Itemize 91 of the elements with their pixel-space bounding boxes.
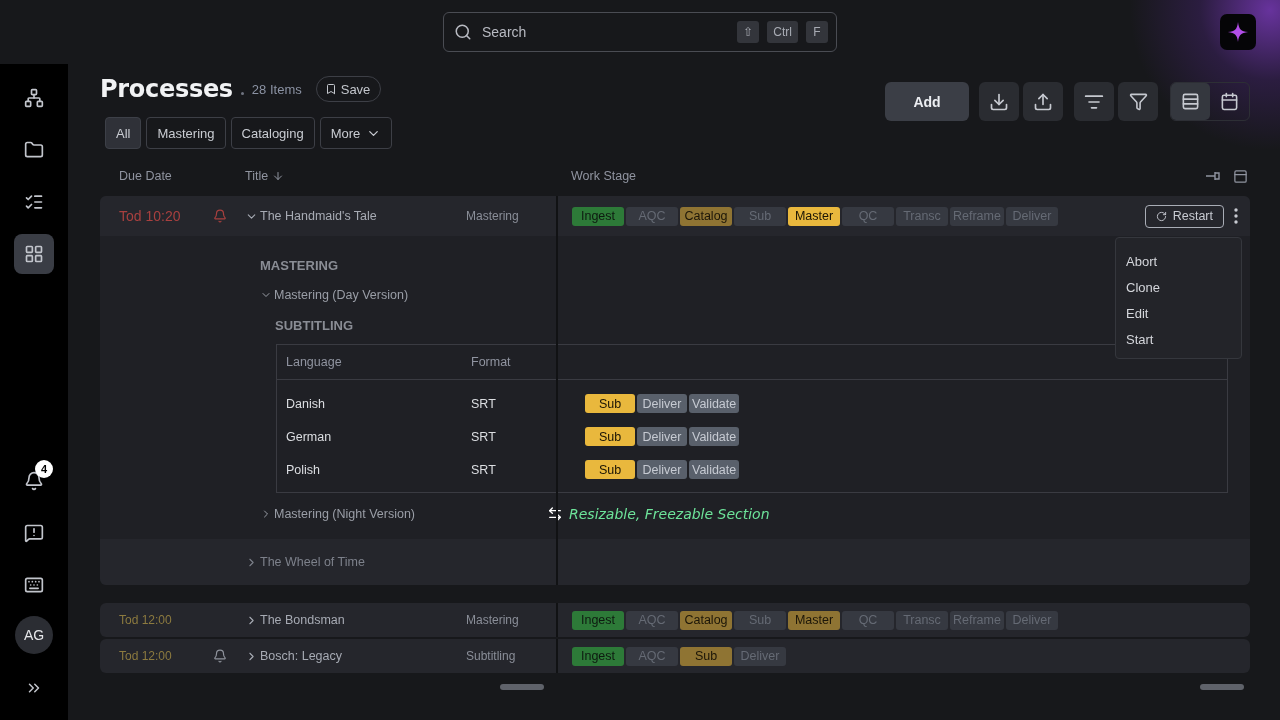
stage-tag: Sub [585, 394, 635, 413]
menu-item[interactable]: Start [1116, 326, 1241, 352]
row-title[interactable]: The Wheel of Time [245, 555, 460, 569]
message-alert-icon [24, 523, 44, 543]
due-time: Tod 10:20 [119, 208, 182, 224]
column-header: Format [471, 355, 512, 369]
apps-nav-button[interactable] [14, 234, 54, 274]
assistant-button[interactable] [1220, 14, 1256, 50]
column-header[interactable]: Title [245, 169, 556, 183]
column-header[interactable]: Due Date [119, 169, 245, 183]
bookmark-icon [324, 83, 337, 95]
stage-tag: Catalog [680, 610, 732, 630]
row-title[interactable]: The Handmaid's Tale [245, 209, 460, 223]
folder-icon [24, 140, 44, 160]
more-icon [1234, 208, 1238, 224]
stage-tag: Validate [689, 427, 740, 446]
user-avatar[interactable]: AG [15, 616, 53, 654]
sort-button[interactable] [1074, 82, 1114, 121]
filter-chip[interactable]: Cataloging [230, 117, 315, 149]
stage-tag: Deliver [637, 460, 687, 479]
stage-tag: Deliver [637, 394, 687, 413]
language-cell-text: German [286, 429, 333, 444]
stage-tag: Catalog [680, 206, 732, 226]
more-filter-dropdown[interactable]: More [319, 117, 393, 149]
task-list-icon [24, 192, 44, 212]
stage-tag: Validate [689, 394, 740, 413]
language-cell-text: Polish [286, 462, 322, 477]
menu-item[interactable]: Edit [1116, 300, 1241, 326]
network-icon [24, 88, 44, 108]
funnel-icon [1128, 92, 1148, 111]
restart-button[interactable]: Restart [1144, 204, 1224, 228]
process-type: Mastering [466, 613, 520, 627]
filter-button[interactable] [1118, 82, 1158, 121]
download-button[interactable] [979, 82, 1019, 121]
shortcut-key: ⇧ [737, 21, 760, 43]
download-icon [989, 91, 1009, 112]
sparkle-icon [1227, 21, 1249, 43]
search-icon [454, 23, 472, 41]
upload-button[interactable] [1023, 82, 1063, 121]
page-title: Processes [100, 75, 233, 103]
process-type: Subtitling [466, 649, 517, 663]
add-button[interactable]: Add [885, 82, 969, 121]
version-title[interactable]: Mastering (Night Version) [260, 507, 556, 521]
search-field[interactable]: Search [480, 23, 730, 41]
stage-tag: Ingest [572, 610, 624, 630]
format-cell-text: SRT [471, 429, 497, 444]
bell-icon [24, 471, 44, 491]
version-title[interactable]: Mastering (Day Version) [260, 288, 556, 302]
list-view-button[interactable] [1171, 83, 1210, 120]
stage-tag: Sub [680, 646, 732, 666]
process-type: Mastering [466, 209, 520, 223]
language-cell-text: Danish [286, 396, 326, 411]
format-cell-text: SRT [471, 396, 497, 411]
section-heading: SUBTITLING [275, 316, 353, 335]
refresh-icon [1155, 210, 1167, 222]
stage-tag: Sub [585, 460, 635, 479]
row-title[interactable]: The Bondsman [245, 613, 460, 627]
upload-icon [1033, 91, 1053, 112]
notifications-button[interactable]: 4 [14, 461, 54, 501]
notification-count: 4 [35, 460, 53, 478]
item-count: 28 Items [251, 81, 302, 97]
shortcut-key: F [806, 21, 828, 43]
scroll-handle[interactable] [1200, 684, 1244, 690]
calendar-icon [1220, 92, 1239, 111]
more-button[interactable] [1234, 208, 1238, 224]
filter-chip[interactable]: Mastering [146, 117, 226, 149]
row-title[interactable]: Bosch: Legacy [245, 649, 460, 663]
collapse-panel-icon[interactable] [1233, 168, 1248, 184]
menu-item[interactable]: Clone [1116, 274, 1241, 300]
format-cell-text: SRT [471, 462, 497, 477]
shortcut-key: Ctrl [767, 21, 798, 43]
search-bar[interactable]: Search ⇧ Ctrl F [443, 12, 837, 52]
stage-tag: Ingest [572, 646, 624, 666]
section-heading: MASTERING [260, 256, 338, 275]
stage-tag: Ingest [572, 206, 624, 226]
column-header[interactable]: Work Stage [571, 169, 637, 183]
scroll-handle[interactable] [500, 684, 544, 690]
menu-item[interactable]: Abort [1116, 248, 1241, 274]
stage-tag: Sub [585, 427, 635, 446]
rows-icon [1181, 92, 1200, 111]
sort-arrow-icon [272, 170, 285, 182]
grid-icon [24, 244, 44, 264]
stage-tag: Master [788, 610, 840, 630]
column-header: Language [286, 355, 343, 369]
stage-tag: Master [788, 206, 840, 226]
stage-tag: Deliver [637, 427, 687, 446]
keyboard-icon [24, 575, 44, 595]
due-time: Tod 12:00 [119, 613, 173, 627]
stage-tag: Validate [689, 460, 740, 479]
filter-chip[interactable]: All [105, 117, 142, 149]
due-time: Tod 12:00 [119, 649, 173, 663]
